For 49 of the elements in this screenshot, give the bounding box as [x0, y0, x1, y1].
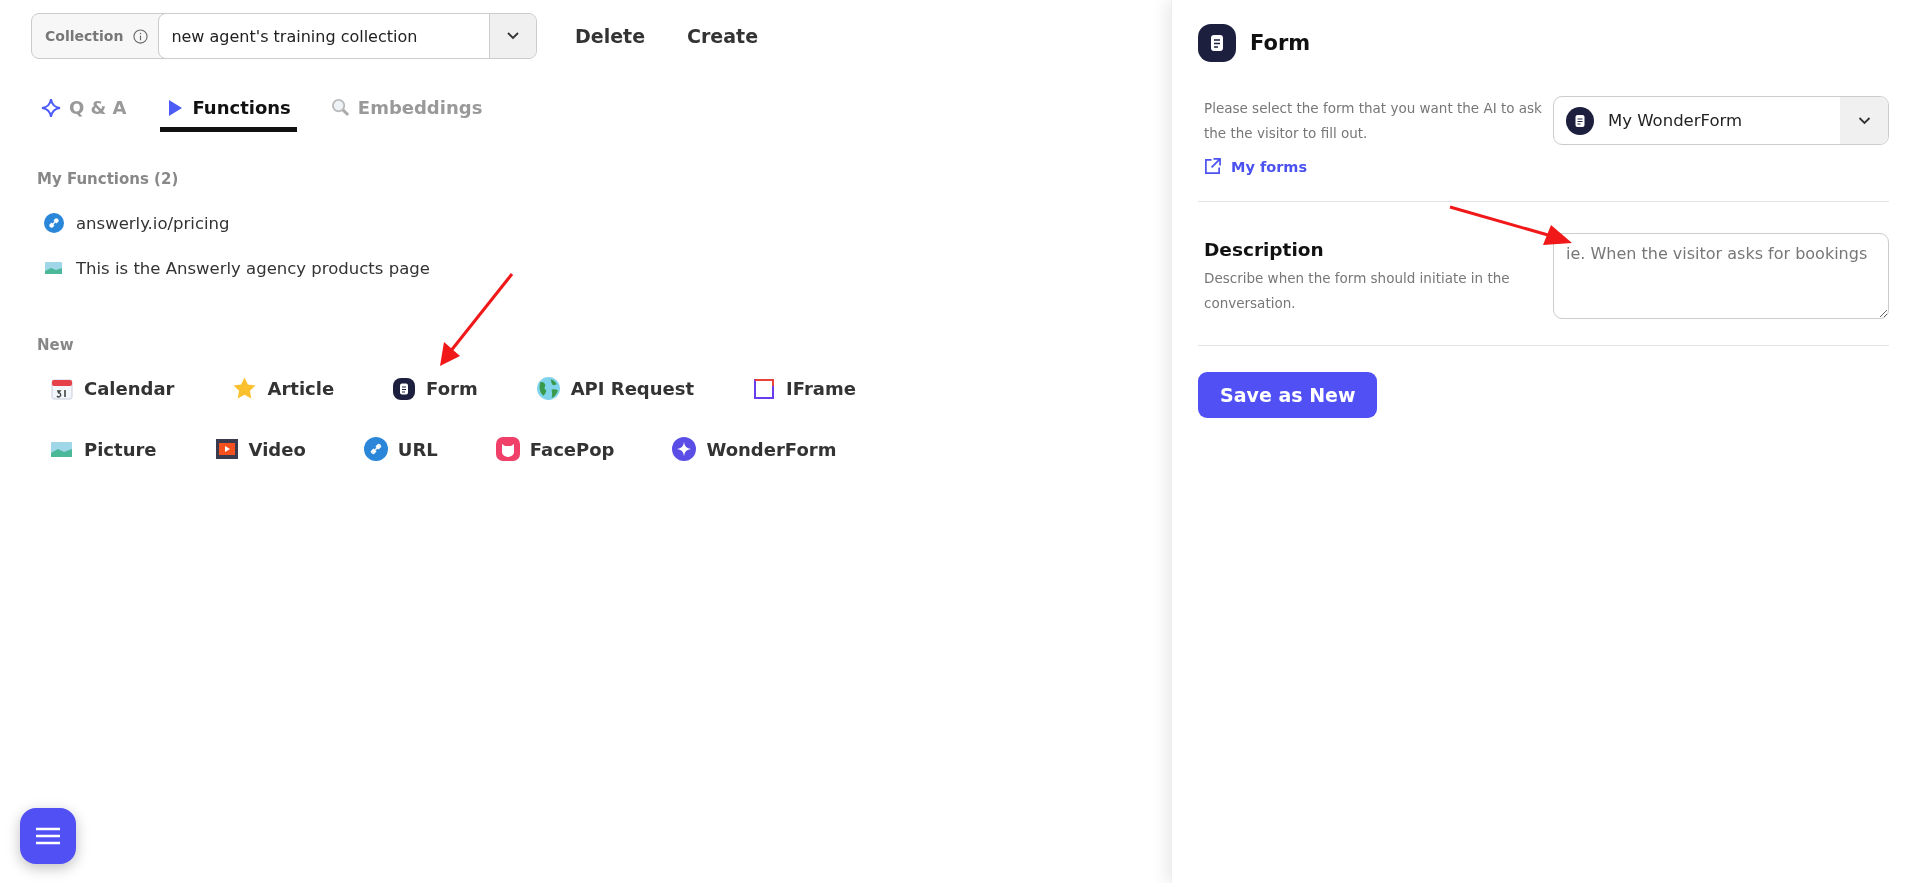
film-icon [214, 437, 239, 461]
new-function-button[interactable]: API Request [535, 376, 695, 401]
new-function-button[interactable]: FacePop [495, 437, 615, 461]
calendar-icon [50, 376, 74, 401]
collection-value: new agent's training collection [158, 13, 490, 59]
form-icon [1566, 106, 1594, 135]
external-link-icon [1204, 158, 1221, 175]
collection-label: Collection [44, 28, 124, 44]
chevron-down-icon [507, 32, 519, 40]
menu-button[interactable] [20, 808, 76, 864]
new-function-button[interactable]: Calendar [50, 376, 175, 401]
panel-title: Form [1250, 31, 1311, 55]
new-function-button[interactable]: Article [232, 376, 335, 401]
star-icon [232, 376, 258, 401]
select-value: My WonderForm [1608, 111, 1744, 130]
cat-face-icon [495, 437, 520, 461]
help-text: Please select the form that you want the AI to ask the the visitor to fill out. [1204, 99, 1543, 143]
menu-icon [36, 827, 60, 845]
section-heading: New [37, 336, 75, 354]
new-function-button[interactable]: Video [214, 437, 306, 461]
new-function-button[interactable]: IFrame [752, 376, 856, 401]
square-outline-icon [752, 376, 777, 401]
function-item[interactable]: This is the Answerly agency products page [76, 258, 430, 278]
section-heading: My Functions (2) [37, 170, 180, 188]
sparkle-icon [41, 97, 61, 118]
form-icon [1198, 24, 1236, 62]
new-function-button[interactable]: URL [363, 437, 438, 461]
globe-icon [535, 376, 561, 401]
action-button[interactable]: Delete [571, 17, 650, 55]
new-function-button[interactable]: Picture [50, 437, 157, 461]
search-icon [330, 98, 350, 117]
chevron-down-icon [1857, 116, 1871, 125]
info-icon [133, 28, 149, 44]
tab[interactable]: Functions [160, 93, 297, 132]
help-text: Describe when the form should initiate in the conversation. [1204, 269, 1511, 313]
sparkle-icon [672, 437, 697, 461]
collection-select[interactable]: Collection new agent's training collection [31, 13, 537, 59]
new-function-button[interactable]: Form [392, 376, 478, 401]
link-icon [44, 213, 64, 233]
description-title: Description [1204, 239, 1325, 260]
link-icon [363, 437, 388, 461]
function-item[interactable]: answerly.io/pricing [76, 213, 230, 233]
form-select[interactable]: My WonderForm [1553, 96, 1889, 145]
new-function-button[interactable]: WonderForm [672, 437, 837, 461]
my-forms-link[interactable]: My forms [1204, 158, 1544, 175]
form-icon [392, 376, 417, 401]
action-button[interactable]: Create [683, 17, 763, 55]
save-button[interactable]: Save as New [1198, 372, 1378, 418]
description-field[interactable]: ie. When the visitor asks for bookings [1553, 233, 1889, 319]
